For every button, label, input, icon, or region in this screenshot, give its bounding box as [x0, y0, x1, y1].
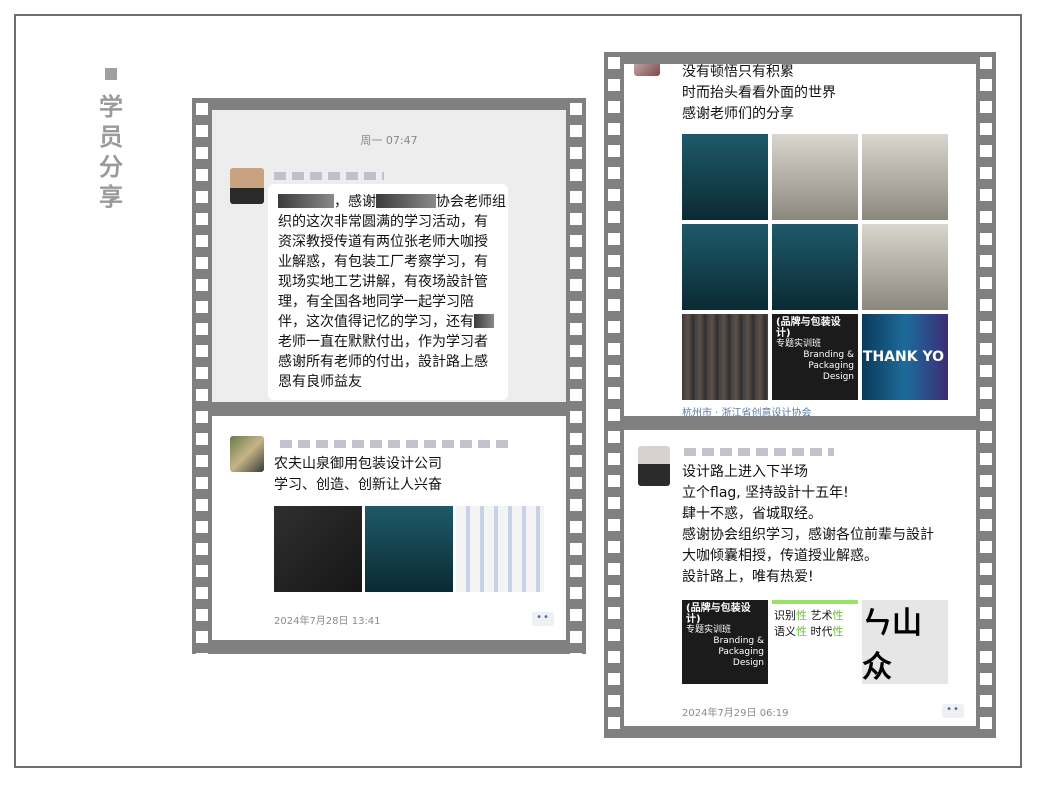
avatar[interactable] [230, 436, 264, 472]
course-en: Design [732, 658, 764, 668]
keyword-suffix: 性 [832, 625, 844, 638]
film-perforations [196, 98, 208, 654]
photo-thumbnail[interactable] [274, 506, 362, 592]
post-text: 农夫山泉御用包装设计公司 学习、创造、创新让人兴奋 [274, 454, 442, 496]
photo-thumbnail[interactable] [862, 224, 948, 310]
photo-thumbnail[interactable] [772, 224, 858, 310]
photo-thumbnail[interactable]: (品牌与包装设计) 专题实训班 Branding & Packaging Des… [682, 600, 768, 684]
post-line: 没有顿悟只有积累 [682, 64, 794, 80]
post-line: 設計路上，唯有热爱! [682, 569, 814, 585]
avatar[interactable] [638, 446, 670, 486]
message-line: 恩有良师益友 [278, 374, 362, 390]
photo-thumbnail[interactable] [682, 134, 768, 220]
post-line: 设计路上进入下半场 [682, 464, 808, 480]
photo-thumbnail[interactable] [772, 134, 858, 220]
course-title: (品牌与包装设计) [776, 317, 841, 339]
redacted-mark [278, 194, 334, 208]
side-title: 学 员 分 享 [96, 64, 126, 212]
message-line: 业解惑，有包装工厂考察学习，有 [278, 254, 488, 270]
moments-post-frame: 没有顿悟只有积累 时而抬头看看外面的世界 感谢老师们的分享 (品牌与包装设计) … [624, 64, 976, 416]
message-line: 资深教授传道有两位张老师大咖授 [278, 234, 488, 250]
post-text: 设计路上进入下半场 立个flag, 坚持設計十五年! 肆十不惑，省城取经。 感谢… [682, 462, 934, 588]
keyword-suffix: 性 [832, 609, 844, 622]
keyword: 时代 [810, 625, 833, 638]
blurred-name [684, 448, 834, 456]
calligraphy-text: ㄣ山众 [862, 606, 922, 684]
post-line: 感谢老师们的分享 [682, 106, 794, 122]
avatar[interactable] [634, 64, 660, 76]
redacted-mark [376, 194, 436, 208]
chat-bubble: ，感谢 协会老师组 织的这次非常圆满的学习活动，有 资深教授传道有两位张老师大咖授… [268, 184, 508, 400]
chat-frame: 周一 07:47 ，感谢 协会老师组 织的这次非常圆满的学习活动，有 资深教授传道… [212, 110, 566, 402]
photo-thumbnail[interactable]: 识别性 艺术性 语义性 时代性 [772, 600, 858, 684]
avatar[interactable] [230, 168, 264, 204]
message-line: 理，有全国各地同学一起学习陪 [278, 294, 474, 310]
post-date: 2024年7月28日 13:41 [274, 616, 381, 627]
photo-thumbnail[interactable] [682, 314, 768, 400]
keyword: 艺术 [810, 609, 833, 622]
keyword: 语义 [774, 625, 796, 638]
square-bullet-icon [105, 68, 117, 80]
post-line: 感谢协会组织学习，感谢各位前辈与設計 [682, 527, 934, 543]
keyword-suffix: 性 [796, 625, 807, 638]
post-date: 2024年7月29日 06:19 [682, 708, 789, 719]
photo-thumbnail[interactable] [456, 506, 544, 592]
side-title-char: 享 [99, 183, 123, 211]
photo-thumbnail[interactable]: THANK YO [862, 314, 948, 400]
message-line: 老师一直在默默付出，作为学习者 [278, 334, 488, 350]
course-title: (品牌与包装设计) [686, 603, 751, 625]
post-line: 大咖倾囊相授，传道授业解惑。 [682, 548, 878, 564]
film-perforations [608, 52, 620, 738]
film-perforations [980, 52, 992, 738]
photo-thumbnail[interactable] [862, 134, 948, 220]
side-title-char: 员 [99, 123, 123, 151]
message-line: 感谢所有老师的付出，設計路上感 [278, 354, 488, 370]
post-line: 农夫山泉御用包装设计公司 [274, 456, 442, 472]
course-subtitle: 专题实训班 [776, 339, 822, 349]
film-strip-left: 周一 07:47 ，感谢 协会老师组 织的这次非常圆满的学习活动，有 资深教授传道… [192, 98, 586, 654]
photo-thumbnail[interactable] [365, 506, 453, 592]
course-en: Branding & [803, 350, 854, 360]
blurred-name [280, 440, 512, 448]
post-location[interactable]: 杭州市 · 浙江省创意设计协会 [682, 404, 812, 416]
message-line: ，感谢 [334, 194, 376, 210]
keyword-suffix: 性 [796, 609, 807, 622]
side-title-char: 学 [99, 93, 123, 121]
film-perforations [570, 98, 582, 654]
moments-post-frame: 设计路上进入下半场 立个flag, 坚持設計十五年! 肆十不惑，省城取经。 感谢… [624, 430, 976, 726]
course-en: Design [822, 372, 854, 382]
blurred-name [274, 172, 384, 180]
message-line: 协会老师组 [436, 194, 506, 210]
photo-thumbnail[interactable]: ㄣ山众 [862, 600, 948, 684]
message-line: 织的这次非常圆满的学习活动，有 [278, 214, 488, 230]
more-options-icon[interactable]: •• [942, 704, 964, 718]
post-line: 学习、创造、创新让人兴奋 [274, 477, 442, 493]
post-line: 立个flag, 坚持設計十五年! [682, 485, 849, 501]
film-strip-right: 没有顿悟只有积累 时而抬头看看外面的世界 感谢老师们的分享 (品牌与包装设计) … [604, 52, 996, 738]
keyword-row: 语义性 时代性 [774, 624, 856, 640]
keyword-row: 识别性 艺术性 [774, 608, 856, 624]
course-subtitle: 专题实训班 [686, 625, 732, 635]
message-line: 现场实地工艺讲解，有夜场設計管 [278, 274, 488, 290]
post-text: 没有顿悟只有积累 时而抬头看看外面的世界 感谢老师们的分享 [682, 64, 836, 125]
moments-post-frame: 农夫山泉御用包装设计公司 学习、创造、创新让人兴奋 2024年7月28日 13:… [212, 416, 566, 640]
photo-thumbnail[interactable]: (品牌与包装设计) 专题实训班 Branding & Packaging Des… [772, 314, 858, 400]
more-options-icon[interactable]: •• [532, 612, 554, 626]
redacted-mark [474, 314, 494, 328]
side-title-char: 分 [99, 153, 123, 181]
course-en: Branding & [713, 636, 764, 646]
course-en: Packaging [808, 361, 854, 371]
post-line: 时而抬头看看外面的世界 [682, 85, 836, 101]
thanks-text: THANK YO [862, 349, 944, 365]
course-en: Packaging [718, 647, 764, 657]
photo-thumbnail[interactable] [682, 224, 768, 310]
chat-timestamp: 周一 07:47 [360, 134, 418, 147]
message-line: 伴，这次值得记忆的学习，还有 [278, 314, 474, 330]
post-line: 肆十不惑，省城取经。 [682, 506, 822, 522]
keyword: 识别 [774, 609, 796, 622]
